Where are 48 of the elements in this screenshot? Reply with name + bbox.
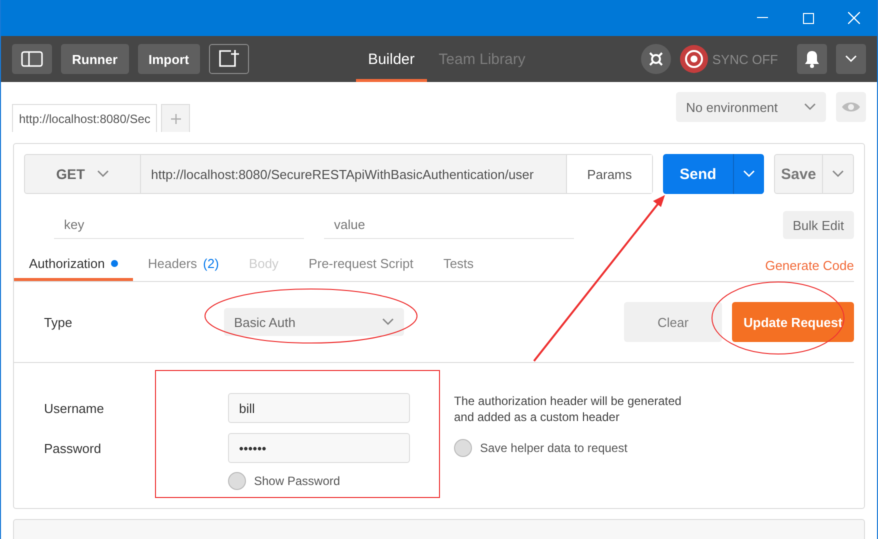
send-options-button[interactable] — [733, 154, 764, 194]
chevron-down-icon — [845, 55, 857, 63]
sync-status: SYNC OFF — [712, 52, 778, 66]
password-label: Password — [44, 440, 102, 456]
save-helper-label: Save helper data to request — [480, 441, 628, 455]
menu-button[interactable] — [836, 44, 866, 74]
checkbox[interactable] — [228, 472, 246, 490]
send-button[interactable]: Send — [663, 154, 733, 194]
username-label: Username — [44, 400, 105, 416]
sidebar-icon — [21, 51, 43, 67]
view-tab[interactable]: Builder — [356, 36, 427, 82]
key-field[interactable]: key — [54, 211, 304, 239]
clear-button[interactable]: Clear — [624, 302, 722, 342]
interceptor-icon[interactable] — [641, 44, 672, 74]
notifications-button[interactable] — [797, 44, 827, 74]
request-tab[interactable]: http://localhost:8080/Sec — [12, 104, 158, 132]
authorization-note: The authorization header will be generated and added as a custom header — [454, 393, 682, 425]
toolbar-button[interactable]: Runner — [61, 44, 128, 74]
sync-icon[interactable] — [680, 45, 708, 73]
sidebar-toggle-button[interactable] — [12, 44, 52, 74]
maximize-icon[interactable] — [802, 12, 814, 24]
environment-dropdown[interactable]: No environment — [676, 92, 826, 122]
checkbox[interactable] — [454, 439, 472, 457]
close-icon[interactable] — [848, 12, 860, 24]
section-tab[interactable]: Authorization — [14, 249, 133, 281]
new-tab-button[interactable] — [208, 44, 249, 74]
password-field[interactable]: •••••• — [228, 433, 410, 463]
chevron-down-icon — [832, 170, 844, 178]
bell-icon — [804, 50, 820, 68]
show-password-label: Show Password — [254, 474, 340, 488]
generate-code-link[interactable]: Generate Code — [765, 258, 854, 272]
chevron-down-icon — [743, 170, 755, 178]
update-request-button[interactable]: Update Request — [732, 302, 854, 342]
toolbar-button[interactable]: Import — [138, 44, 200, 74]
section-tab[interactable]: Pre-request Script — [294, 249, 428, 281]
section-tab[interactable]: Headers (2) — [132, 249, 234, 281]
bulk-edit-button[interactable]: Bulk Edit — [782, 211, 854, 239]
type-label: Type — [44, 314, 74, 330]
section-tab[interactable]: Tests — [428, 249, 489, 281]
value-field[interactable]: value — [324, 211, 574, 239]
minimize-icon[interactable] — [756, 17, 768, 19]
username-field[interactable]: bill — [228, 393, 410, 423]
chevron-down-icon — [804, 103, 816, 111]
auth-type-dropdown[interactable]: Basic Auth — [224, 308, 404, 336]
new-window-icon — [218, 49, 240, 69]
chevron-down-icon — [382, 318, 394, 326]
plus-icon — [170, 114, 181, 124]
eye-icon — [841, 101, 861, 113]
